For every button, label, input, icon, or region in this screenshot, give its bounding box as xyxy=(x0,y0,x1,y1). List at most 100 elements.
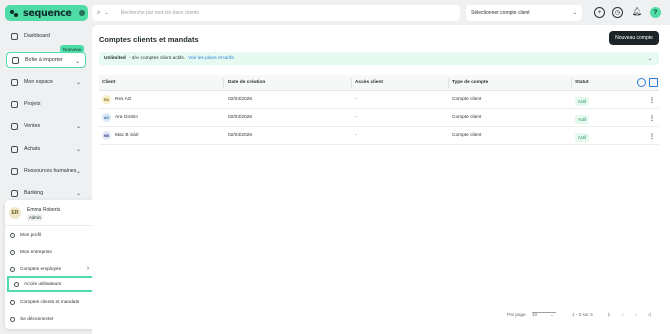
cell-client: Ara GmbH xyxy=(115,115,138,120)
next-page-icon[interactable]: › xyxy=(635,312,637,317)
plan-name: Unlimited xyxy=(104,56,126,61)
column-divider xyxy=(223,78,224,88)
account-select[interactable]: Sélectionner compte client ⌄ xyxy=(466,5,582,21)
add-icon[interactable]: + xyxy=(594,7,605,18)
page-range: 1 - 3 sur 3 xyxy=(572,312,593,317)
status-badge: Actif xyxy=(575,97,590,106)
menu-item-mon-entreprise[interactable]: Mon entreprise xyxy=(5,244,96,260)
sidebar-item-label: Projets xyxy=(24,101,41,107)
chevron-right-icon: › xyxy=(87,266,89,272)
clock-icon[interactable]: ◷ xyxy=(612,7,623,18)
prev-page-icon[interactable]: ‹ xyxy=(622,312,624,317)
sidebar-item-projets[interactable]: Projets xyxy=(6,96,86,112)
chevron-down-icon: ⌄ xyxy=(75,124,81,130)
sidebar-item-label: Banking xyxy=(24,190,44,196)
bell-icon[interactable]: 🔔︎ xyxy=(632,7,642,16)
cell-type: Compte client xyxy=(452,97,482,102)
chevron-down-icon: ⌄ xyxy=(550,312,554,317)
sidebar-item-dashboard[interactable]: Dashboard xyxy=(6,28,86,44)
table-row[interactable]: RA Rex AG 02/03/2026 - Compte client Act… xyxy=(99,91,659,109)
column-header-client[interactable]: Client xyxy=(102,80,115,85)
person-icon xyxy=(11,78,18,86)
last-page-icon[interactable]: ›| xyxy=(648,312,651,317)
more-vertical-icon[interactable]: ⋮ xyxy=(649,97,655,104)
menu-item-label: Mon entreprise xyxy=(20,249,52,255)
search-input[interactable]: ⌕ ⌄ Recherche par mot-clé dans clients xyxy=(92,5,460,21)
user-name: Emma Roberts xyxy=(27,207,61,213)
filter-icon[interactable] xyxy=(649,78,658,87)
clients-table: Client Date de création Accès client Typ… xyxy=(99,75,659,145)
cell-date: 02/03/2026 xyxy=(228,133,253,138)
chevron-down-icon: ⌄ xyxy=(75,147,81,153)
menu-item-se-deconnecter[interactable]: Se déconnecter xyxy=(5,311,96,327)
cell-client: Mac B Sàrl xyxy=(115,133,139,138)
inbox-icon xyxy=(12,56,19,64)
menu-item-mon-profil[interactable]: Mon profil xyxy=(5,227,96,243)
sidebar-item-mon-espace[interactable]: Mon espace ⌄ xyxy=(6,74,86,90)
sidebar-item-achats[interactable]: Achats ⌄ xyxy=(6,141,86,157)
checkbox-icon xyxy=(11,100,18,108)
menu-item-comptes-clients[interactable]: Comptes clients et mandats xyxy=(5,294,96,310)
search-icon: ⌕ xyxy=(97,9,101,16)
cell-type: Compte client xyxy=(452,115,482,120)
table-row[interactable]: AG Ara GmbH 02/03/2026 - Compte client A… xyxy=(99,109,659,127)
help-button[interactable]: ? xyxy=(650,7,661,18)
cell-type: Compte client xyxy=(452,133,482,138)
cell-date: 02/03/2026 xyxy=(228,97,253,102)
page-title: Comptes clients et mandats xyxy=(99,35,199,44)
status-badge: Actif xyxy=(575,133,590,142)
table-row[interactable]: MB Mac B Sàrl 02/03/2026 - Compte client… xyxy=(99,127,659,145)
cell-access: - xyxy=(355,97,357,102)
cell-access: - xyxy=(355,133,357,138)
menu-item-label: Se déconnecter xyxy=(20,316,54,322)
chevron-down-icon[interactable]: ⌄ xyxy=(104,10,108,16)
sidebar-item-boite-a-importer[interactable]: Boîte à importer ⌄ xyxy=(6,52,86,68)
column-divider xyxy=(448,78,449,88)
link-icon xyxy=(10,299,15,305)
menu-item-acces-utilisateurs[interactable]: Accès utilisateurs xyxy=(7,276,101,292)
building-icon xyxy=(10,249,15,255)
users-icon xyxy=(10,266,15,272)
chevron-down-icon: ⌄ xyxy=(74,59,80,65)
column-header-type[interactable]: Type de compte xyxy=(452,80,488,85)
sidebar-item-banking[interactable]: Banking ⌄ xyxy=(6,185,86,201)
user-circle-icon xyxy=(10,232,15,238)
user-role-badge: Admin xyxy=(27,214,43,221)
sidebar-item-ressources-humaines[interactable]: Ressources humaines ⌄ xyxy=(6,163,86,179)
user-menu-popover: ER Emma Roberts Admin Mon profil Mon ent… xyxy=(5,200,101,329)
client-avatar: RA xyxy=(102,95,111,104)
column-header-status[interactable]: Statut xyxy=(575,80,589,85)
brand-logo[interactable]: sequence xyxy=(5,5,88,21)
plan-banner: Unlimited - 3/∞ comptes client actifs. V… xyxy=(99,52,659,65)
chevron-down-icon: ⌄ xyxy=(75,80,81,86)
account-select-value: Sélectionner compte client xyxy=(471,10,530,16)
first-page-icon[interactable]: |‹ xyxy=(608,312,611,317)
menu-item-label: Accès utilisateurs xyxy=(24,281,62,287)
menu-item-comptes-employes[interactable]: Comptes employés › xyxy=(5,261,96,277)
client-avatar: MB xyxy=(102,131,111,140)
settings-icon[interactable] xyxy=(637,78,646,87)
sidebar-item-label: Dashboard xyxy=(24,33,50,39)
more-vertical-icon[interactable]: ⋮ xyxy=(649,133,655,140)
sidebar-item-ventes[interactable]: Ventes ⌄ xyxy=(6,118,86,134)
home-icon xyxy=(11,32,18,40)
new-badge: Nouveau xyxy=(60,45,85,53)
user-key-icon xyxy=(14,281,19,287)
more-vertical-icon[interactable]: ⋮ xyxy=(649,115,655,122)
sidebar-item-label: Boîte à importer xyxy=(25,57,63,63)
sidebar-item-label: Mon espace xyxy=(24,79,53,85)
client-avatar: AG xyxy=(102,113,111,122)
new-account-button[interactable]: Nouveau compte xyxy=(609,31,659,45)
cell-date: 02/03/2026 xyxy=(228,115,253,120)
chevron-down-icon: ⌄ xyxy=(572,10,577,16)
plans-link[interactable]: Voir les plans et tarifs xyxy=(188,56,234,61)
column-divider xyxy=(351,78,352,88)
brand-name: sequence xyxy=(23,7,72,19)
chevron-down-icon: ⌄ xyxy=(75,169,81,175)
chevron-down-icon[interactable]: ⌄ xyxy=(648,56,652,62)
column-header-date[interactable]: Date de création xyxy=(228,80,265,85)
column-header-access[interactable]: Accès client xyxy=(355,80,383,85)
money-icon xyxy=(11,122,18,130)
sequence-logo-icon xyxy=(10,9,18,17)
column-divider xyxy=(571,78,572,88)
